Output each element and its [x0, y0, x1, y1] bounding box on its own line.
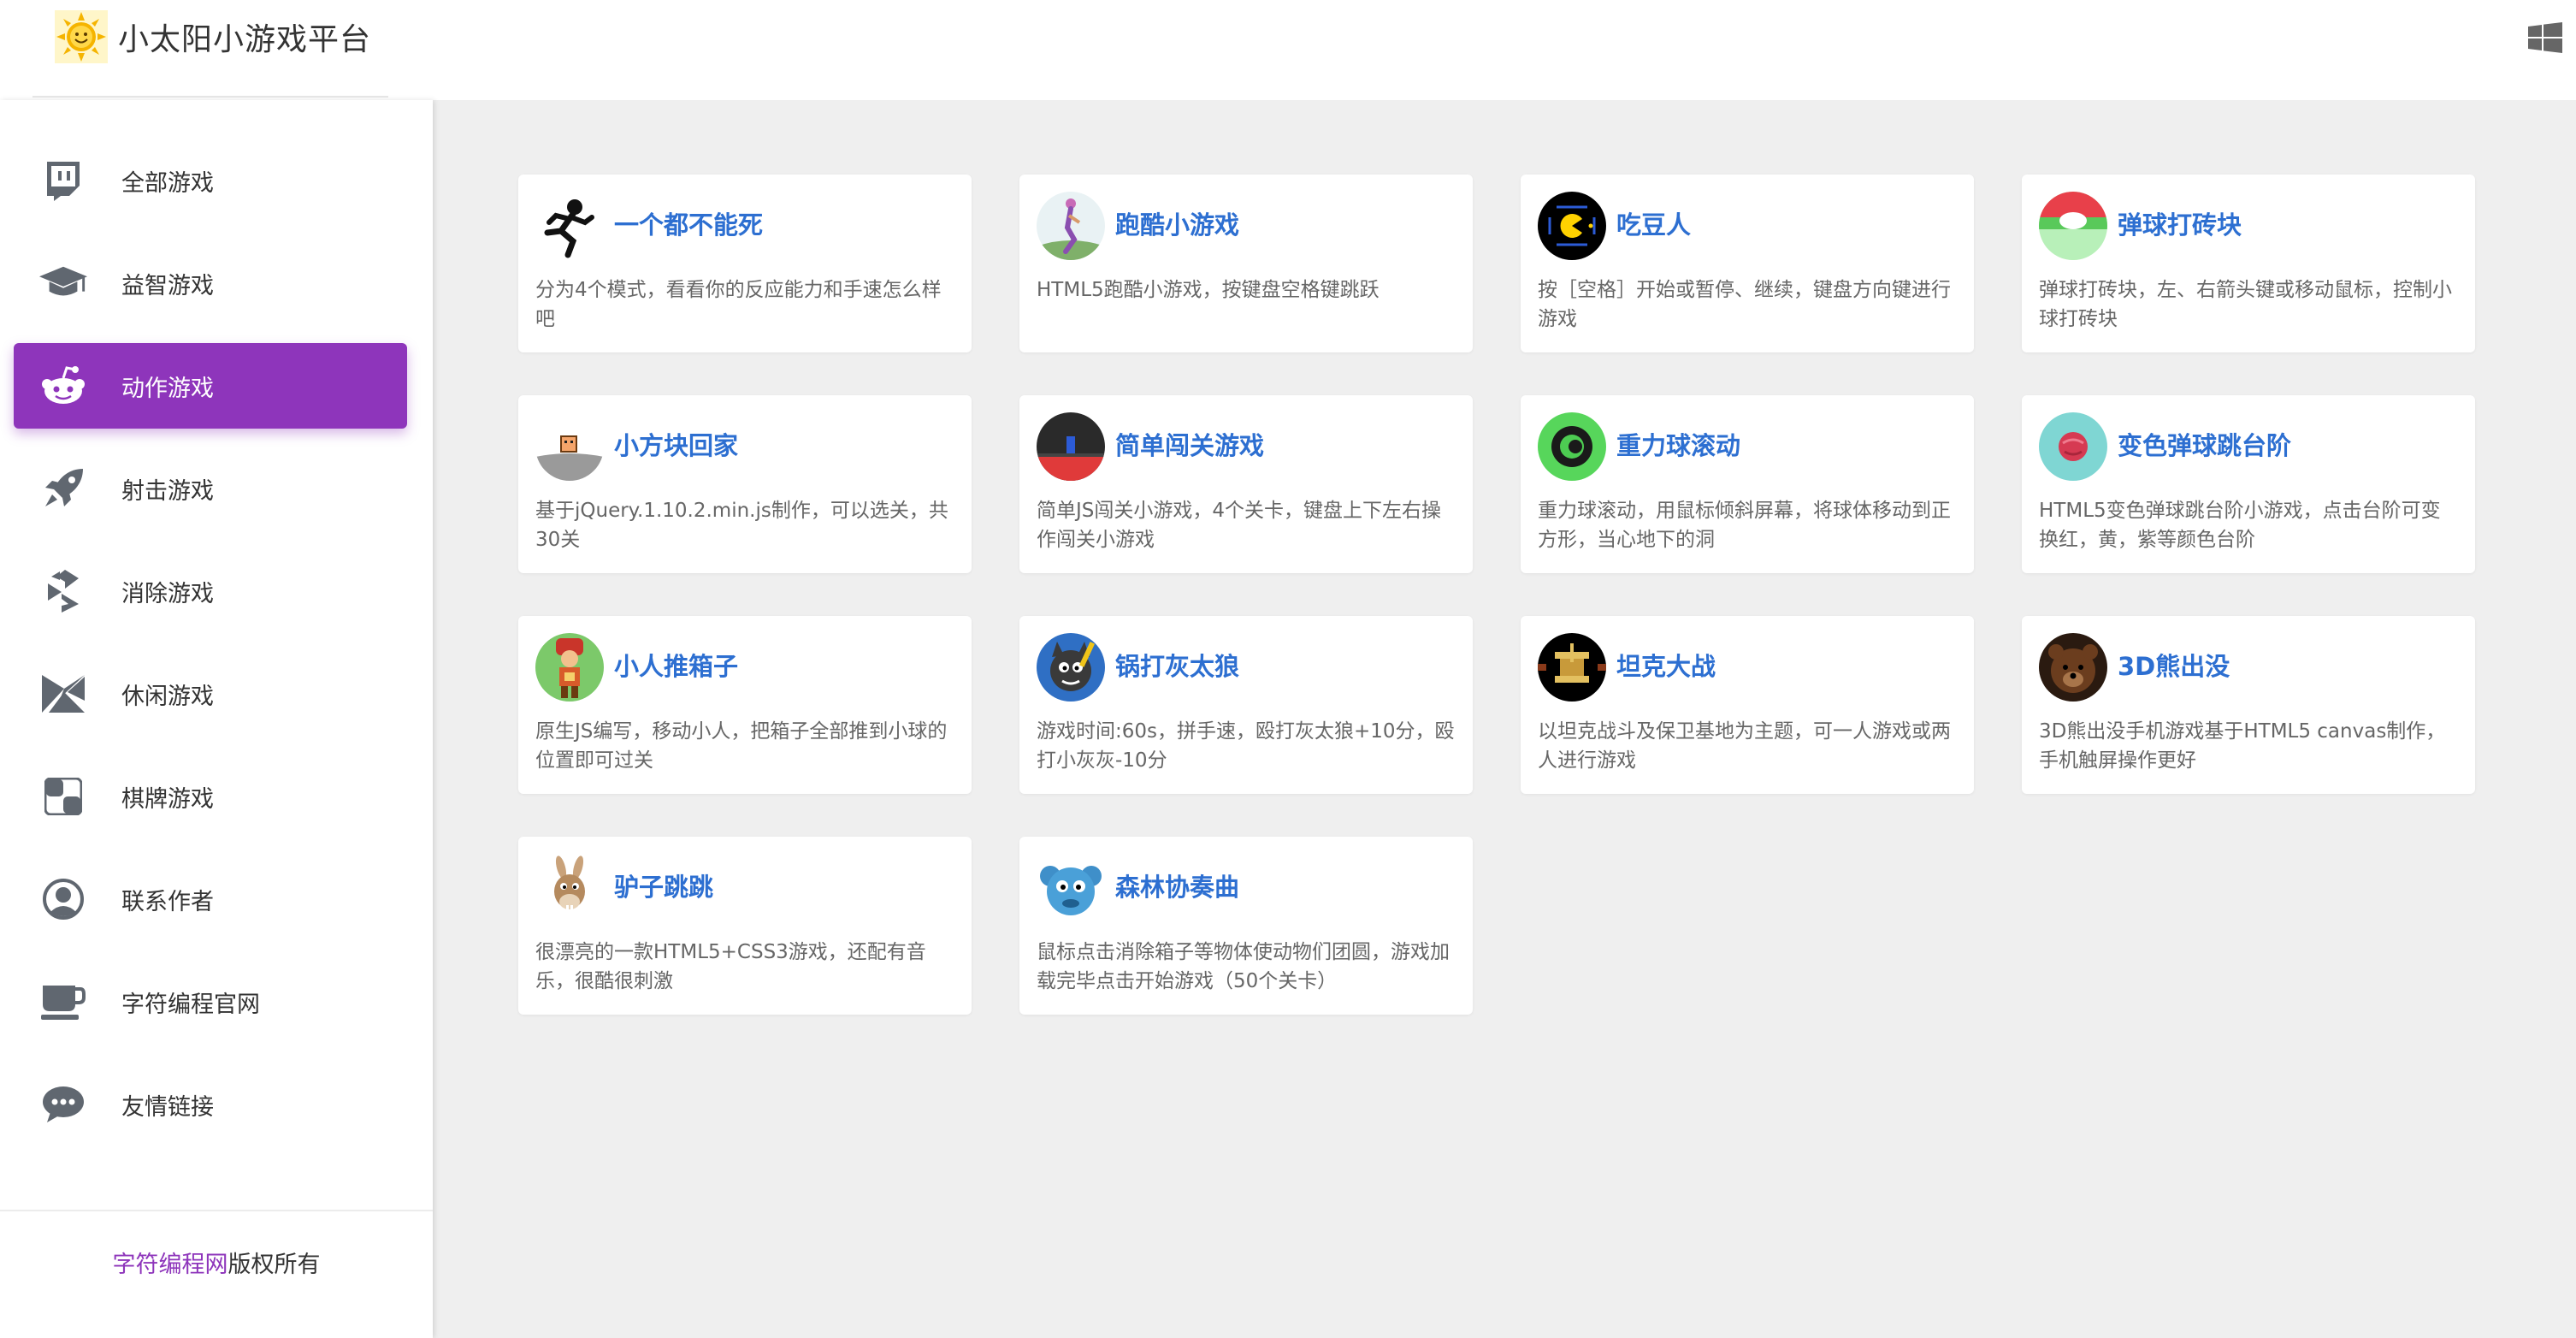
parkour-runner-icon — [1037, 192, 1105, 260]
game-title[interactable]: 小方块回家 — [614, 426, 738, 462]
game-desc: 以坦克战斗及保卫基地为主题，可一人游戏或两人进行游戏 — [1538, 720, 1951, 772]
game-card[interactable]: 一个都不能死 分为4个模式，看看你的反应能力和手速怎么样吧 — [518, 175, 972, 352]
game-card[interactable]: 变色弹球跳台阶 HTML5变色弹球跳台阶小游戏，点击台阶可变换红，黄，紫等颜色台… — [2022, 395, 2475, 573]
sidebar-item-puzzle-games[interactable]: 益智游戏 — [14, 240, 407, 326]
sidebar-item-label: 益智游戏 — [121, 272, 214, 299]
game-card[interactable]: 驴子跳跳 很漂亮的一款HTML5+CSS3游戏，还配有音乐，很酷很刺激 — [518, 837, 972, 1015]
game-card[interactable]: 重力球滚动 重力球滚动，用鼠标倾斜屏幕，将球体移动到正方形，当心地下的洞 — [1521, 395, 1974, 573]
game-title[interactable]: 森林协奏曲 — [1115, 867, 1239, 903]
sidebar: 全部游戏 益智游戏 动作游戏 射击游戏 消除游戏 休闲游戏 棋牌游戏 联系作者 … — [0, 100, 433, 1338]
game-title[interactable]: 吃豆人 — [1616, 205, 1691, 241]
game-title[interactable]: 跑酷小游戏 — [1115, 205, 1239, 241]
sidebar-item-label: 联系作者 — [121, 888, 214, 915]
game-title[interactable]: 弹球打砖块 — [2118, 205, 2242, 241]
copyright-footer: 字符编程网版权所有 — [0, 1246, 433, 1279]
coffee-cup-icon — [39, 978, 87, 1026]
sidebar-item-casual-games[interactable]: 休闲游戏 — [14, 651, 407, 737]
game-title[interactable]: 重力球滚动 — [1616, 426, 1740, 462]
game-desc: 3D熊出没手机游戏基于HTML5 canvas制作，手机触屏操作更好 — [2039, 720, 2446, 772]
game-title[interactable]: 坦克大战 — [1616, 647, 1716, 683]
symfony-icon — [39, 567, 87, 615]
game-title[interactable]: 驴子跳跳 — [614, 867, 713, 903]
game-desc: 按［空格］开始或暂停、继续，键盘方向键进行游戏 — [1538, 279, 1951, 330]
game-desc: 弹球打砖块，左、右箭头键或移动鼠标，控制小球打砖块 — [2039, 279, 2452, 330]
color-ball-icon — [2039, 412, 2107, 481]
donkey-icon — [535, 854, 604, 922]
chess-board-icon — [39, 773, 87, 820]
top-bar: 小太阳小游戏平台 — [0, 0, 2576, 100]
game-card[interactable]: 3D熊出没 3D熊出没手机游戏基于HTML5 canvas制作，手机触屏操作更好 — [2022, 616, 2475, 794]
sidebar-item-contact-author[interactable]: 联系作者 — [14, 856, 407, 942]
rocket-icon — [39, 465, 87, 512]
sokoban-icon — [535, 633, 604, 702]
bear-icon — [2039, 633, 2107, 702]
site-title: 小太阳小游戏平台 — [118, 22, 372, 57]
game-desc: 分为4个模式，看看你的反应能力和手速怎么样吧 — [535, 279, 942, 330]
sidebar-item-shooting-games[interactable]: 射击游戏 — [14, 446, 407, 531]
sidebar-item-board-games[interactable]: 棋牌游戏 — [14, 754, 407, 839]
game-desc: 游戏时间:60s，拼手速，殴打灰太狼+10分，殴打小灰灰-10分 — [1037, 720, 1455, 772]
game-desc: 重力球滚动，用鼠标倾斜屏幕，将球体移动到正方形，当心地下的洞 — [1538, 500, 1951, 551]
footer-site-link[interactable]: 字符编程网 — [113, 1252, 228, 1278]
twitch-icon — [39, 157, 87, 204]
blue-monster-icon — [1037, 854, 1105, 922]
game-desc: 原生JS编写，移动小人，把箱子全部推到小球的位置即可过关 — [535, 720, 948, 772]
game-desc: HTML5变色弹球跳台阶小游戏，点击台阶可变换红，黄，紫等颜色台阶 — [2039, 500, 2441, 551]
wolf-icon — [1037, 633, 1105, 702]
chat-bubble-icon — [39, 1080, 87, 1128]
sidebar-item-label: 消除游戏 — [121, 580, 214, 607]
game-title[interactable]: 简单闯关游戏 — [1115, 426, 1264, 462]
game-title[interactable]: 小人推箱子 — [614, 647, 738, 683]
origami-icon — [39, 670, 87, 718]
brand[interactable]: 小太阳小游戏平台 — [55, 10, 371, 63]
game-desc: 简单JS闯关小游戏，4个关卡，键盘上下左右操作闯关小游戏 — [1037, 500, 1442, 551]
sidebar-item-all-games[interactable]: 全部游戏 — [14, 138, 407, 223]
sidebar-item-action-games[interactable]: 动作游戏 — [14, 343, 407, 429]
game-card[interactable]: 简单闯关游戏 简单JS闯关小游戏，4个关卡，键盘上下左右操作闯关小游戏 — [1019, 395, 1473, 573]
graduation-cap-icon — [39, 259, 87, 307]
game-card[interactable]: 跑酷小游戏 HTML5跑酷小游戏，按键盘空格键跳跃 — [1019, 175, 1473, 352]
game-title[interactable]: 锅打灰太狼 — [1115, 647, 1239, 683]
sun-logo-icon — [55, 10, 108, 63]
header-divider — [32, 96, 388, 98]
pacman-icon — [1538, 192, 1606, 260]
sidebar-item-label: 休闲游戏 — [121, 683, 214, 710]
sidebar-item-label: 字符编程官网 — [121, 991, 260, 1018]
sidebar-item-match-games[interactable]: 消除游戏 — [14, 548, 407, 634]
sidebar-divider — [0, 1210, 433, 1211]
level-block-icon — [1037, 412, 1105, 481]
sidebar-item-official-site[interactable]: 字符编程官网 — [14, 959, 407, 1045]
game-card[interactable]: 弹球打砖块 弹球打砖块，左、右箭头键或移动鼠标，控制小球打砖块 — [2022, 175, 2475, 352]
game-title[interactable]: 一个都不能死 — [614, 205, 763, 241]
sidebar-item-label: 全部游戏 — [121, 169, 214, 197]
game-desc: 很漂亮的一款HTML5+CSS3游戏，还配有音乐，很酷很刺激 — [535, 941, 926, 992]
game-card[interactable]: 小人推箱子 原生JS编写，移动小人，把箱子全部推到小球的位置即可过关 — [518, 616, 972, 794]
game-title[interactable]: 变色弹球跳台阶 — [2118, 426, 2291, 462]
game-card[interactable]: 坦克大战 以坦克战斗及保卫基地为主题，可一人游戏或两人进行游戏 — [1521, 616, 1974, 794]
sidebar-item-label: 棋牌游戏 — [121, 785, 214, 813]
running-stickman-icon — [535, 192, 604, 260]
game-card[interactable]: 小方块回家 基于jQuery.1.10.2.min.js制作，可以选关，共30关 — [518, 395, 972, 573]
user-circle-icon — [39, 875, 87, 923]
sidebar-item-label: 动作游戏 — [121, 375, 214, 402]
windows-icon[interactable] — [2528, 22, 2562, 53]
sidebar-item-label: 友情链接 — [121, 1093, 214, 1121]
tank-icon — [1538, 633, 1606, 702]
brick-ball-icon — [2039, 192, 2107, 260]
sidebar-item-friend-links[interactable]: 友情链接 — [14, 1062, 407, 1147]
gravity-ball-icon — [1538, 412, 1606, 481]
game-desc: 鼠标点击消除箱子等物体使动物们团圆，游戏加载完毕点击开始游戏（50个关卡） — [1037, 941, 1450, 992]
footer-text: 版权所有 — [227, 1252, 321, 1278]
reddit-icon — [39, 362, 87, 410]
game-desc: HTML5跑酷小游戏，按键盘空格键跳跃 — [1037, 279, 1380, 301]
game-card[interactable]: 森林协奏曲 鼠标点击消除箱子等物体使动物们团圆，游戏加载完毕点击开始游戏（50个… — [1019, 837, 1473, 1015]
game-card[interactable]: 吃豆人 按［空格］开始或暂停、继续，键盘方向键进行游戏 — [1521, 175, 1974, 352]
little-block-icon — [535, 412, 604, 481]
game-card[interactable]: 锅打灰太狼 游戏时间:60s，拼手速，殴打灰太狼+10分，殴打小灰灰-10分 — [1019, 616, 1473, 794]
game-title[interactable]: 3D熊出没 — [2118, 647, 2230, 683]
game-desc: 基于jQuery.1.10.2.min.js制作，可以选关，共30关 — [535, 500, 948, 551]
sidebar-item-label: 射击游戏 — [121, 477, 214, 505]
